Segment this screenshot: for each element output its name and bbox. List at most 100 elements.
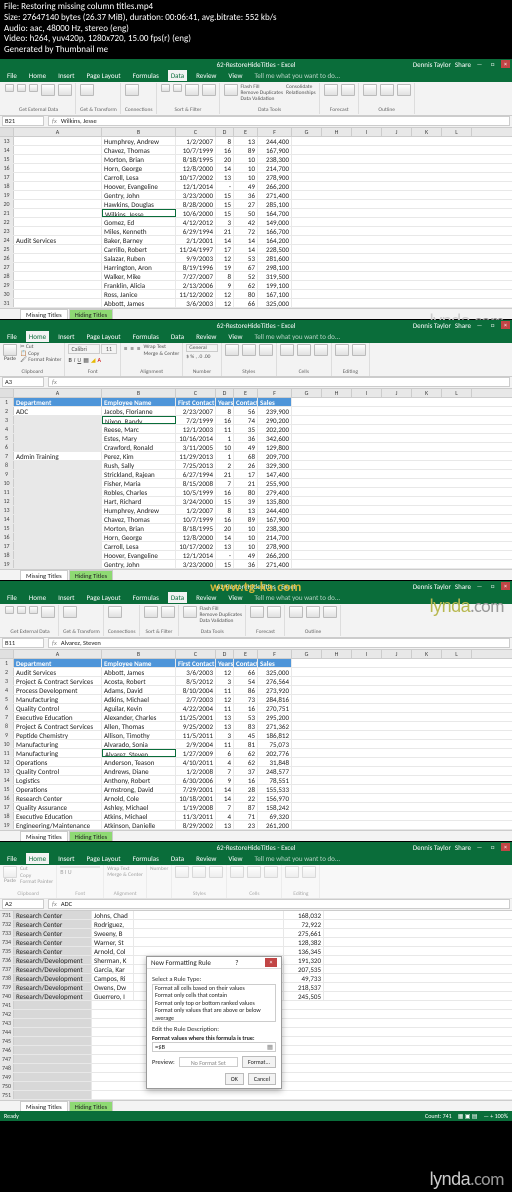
row-header[interactable]: 6 — [0, 443, 14, 451]
cell[interactable]: 1/2/2008 — [176, 767, 216, 775]
col-header[interactable]: K — [412, 128, 442, 136]
cell[interactable]: Anthony, Robert — [102, 776, 176, 784]
cell[interactable]: 8/15/2008 — [176, 479, 216, 487]
fill-color-button[interactable]: ◢ — [91, 356, 96, 364]
maximize-icon[interactable]: □ — [488, 321, 497, 329]
cell[interactable]: 7/25/2013 — [176, 461, 216, 469]
cell[interactable]: 49 — [234, 182, 258, 190]
cell[interactable]: 13 — [216, 713, 234, 721]
row-header[interactable]: 3 — [0, 416, 14, 424]
cond-format-button[interactable] — [225, 344, 239, 356]
cell[interactable]: 23 — [234, 821, 258, 829]
cell[interactable]: 42 — [234, 218, 258, 226]
from-text-button[interactable] — [29, 84, 38, 92]
tab-data[interactable]: Data — [168, 70, 187, 81]
tab-pagelayout[interactable]: Page Layout — [84, 853, 124, 864]
cell[interactable]: 16 — [216, 488, 234, 496]
col-header[interactable]: F — [258, 650, 292, 658]
col-header[interactable]: H — [322, 650, 352, 658]
cell[interactable]: 11/25/2001 — [176, 713, 216, 721]
row-header[interactable]: 734 — [0, 938, 14, 946]
col-header[interactable]: K — [412, 650, 442, 658]
cell[interactable]: 16 — [234, 704, 258, 712]
range-select-icon[interactable]: ▦ — [267, 1043, 273, 1051]
format-button[interactable]: Format... — [242, 1056, 276, 1068]
cell[interactable]: 14 — [216, 785, 234, 793]
cell[interactable]: 21 — [216, 470, 234, 478]
cell[interactable]: Rodriguez, — [92, 920, 134, 928]
cell[interactable]: Salazar, Ruben — [102, 254, 176, 262]
cell[interactable]: 12/1/2014 — [176, 182, 216, 190]
delete-cells-button[interactable] — [297, 344, 311, 356]
cell[interactable]: 9/25/2002 — [176, 722, 216, 730]
cell[interactable] — [14, 173, 102, 181]
cell[interactable] — [14, 443, 102, 451]
cell[interactable]: 273,920 — [258, 686, 292, 694]
row-header[interactable]: 22 — [0, 218, 14, 226]
subtotal-button[interactable] — [323, 606, 337, 618]
cell[interactable]: 186,812 — [258, 731, 292, 739]
row-header[interactable]: 11 — [0, 749, 14, 757]
filter-button[interactable] — [161, 606, 175, 618]
row-header[interactable]: 20 — [0, 200, 14, 208]
cell[interactable] — [14, 524, 102, 532]
worksheet[interactable]: 731Research CenterJohns, Chad168,032732R… — [0, 911, 512, 1100]
col-header[interactable]: F — [258, 128, 292, 136]
cell[interactable]: 279,400 — [258, 488, 292, 496]
cell[interactable]: 13 — [216, 173, 234, 181]
ungroup-button[interactable] — [306, 606, 320, 618]
cell[interactable]: 83 — [234, 722, 258, 730]
tab-pagelayout[interactable]: Page Layout — [84, 70, 124, 81]
cell[interactable]: 167,900 — [258, 146, 292, 154]
format-cells-button[interactable] — [314, 344, 328, 356]
cell[interactable] — [14, 281, 102, 289]
row-header[interactable]: 14 — [0, 515, 14, 523]
close-icon[interactable]: × — [501, 60, 510, 68]
cell[interactable]: 202,776 — [258, 749, 292, 757]
cell[interactable]: 167,900 — [258, 515, 292, 523]
cell[interactable]: 298,100 — [258, 263, 292, 271]
subtotal-button[interactable] — [397, 84, 411, 96]
from-text-button[interactable] — [29, 606, 38, 614]
cell[interactable]: 199,100 — [258, 281, 292, 289]
cell[interactable]: 164,200 — [258, 236, 292, 244]
cell[interactable]: 31,848 — [258, 758, 292, 766]
cell[interactable]: 17 — [234, 470, 258, 478]
cell[interactable]: 166,700 — [258, 227, 292, 235]
cell[interactable]: 89 — [234, 146, 258, 154]
cell[interactable]: 80 — [234, 488, 258, 496]
cell[interactable]: Atkinson, Danielle — [102, 821, 176, 829]
sort-button[interactable] — [144, 606, 158, 618]
col-header[interactable]: L — [442, 128, 472, 136]
tab-insert[interactable]: Insert — [55, 331, 77, 342]
cell[interactable]: 14 — [216, 794, 234, 802]
cell[interactable] — [14, 290, 102, 298]
cell[interactable]: 191,320 — [284, 956, 324, 964]
paste-button[interactable]: Paste — [3, 344, 17, 363]
cell[interactable]: 3/11/2005 — [176, 443, 216, 451]
cell[interactable]: Ashley, Michael — [102, 803, 176, 811]
cell[interactable]: 266,200 — [258, 551, 292, 559]
col-first[interactable]: First Contact — [176, 659, 216, 667]
row-header[interactable]: 5 — [0, 434, 14, 442]
row-header[interactable]: 9 — [0, 731, 14, 739]
row-header[interactable]: 18 — [0, 182, 14, 190]
row-header[interactable]: 7 — [0, 452, 14, 460]
cell[interactable]: 19 — [216, 263, 234, 271]
sheet-tab-missing[interactable]: Missing Titles — [20, 570, 68, 580]
rule-type-list[interactable]: Format all cells based on their values F… — [152, 984, 276, 1022]
cell[interactable] — [14, 551, 102, 559]
row-header[interactable]: 27 — [0, 263, 14, 271]
cell[interactable]: 37 — [234, 767, 258, 775]
sort-filter-button[interactable] — [335, 344, 349, 356]
cell[interactable]: 11/12/2002 — [176, 290, 216, 298]
refresh-all-button[interactable] — [125, 84, 139, 96]
cell[interactable] — [14, 479, 102, 487]
cell[interactable]: 15 — [216, 191, 234, 199]
col-header[interactable]: G — [292, 128, 322, 136]
cell[interactable]: 11/3/2011 — [176, 812, 216, 820]
sheet-tab-missing[interactable]: Missing Titles — [20, 831, 68, 841]
cell[interactable]: 12/8/2000 — [176, 164, 216, 172]
zoom-slider[interactable]: — + 100% — [483, 1112, 508, 1120]
cell[interactable]: 3/6/2003 — [176, 668, 216, 676]
